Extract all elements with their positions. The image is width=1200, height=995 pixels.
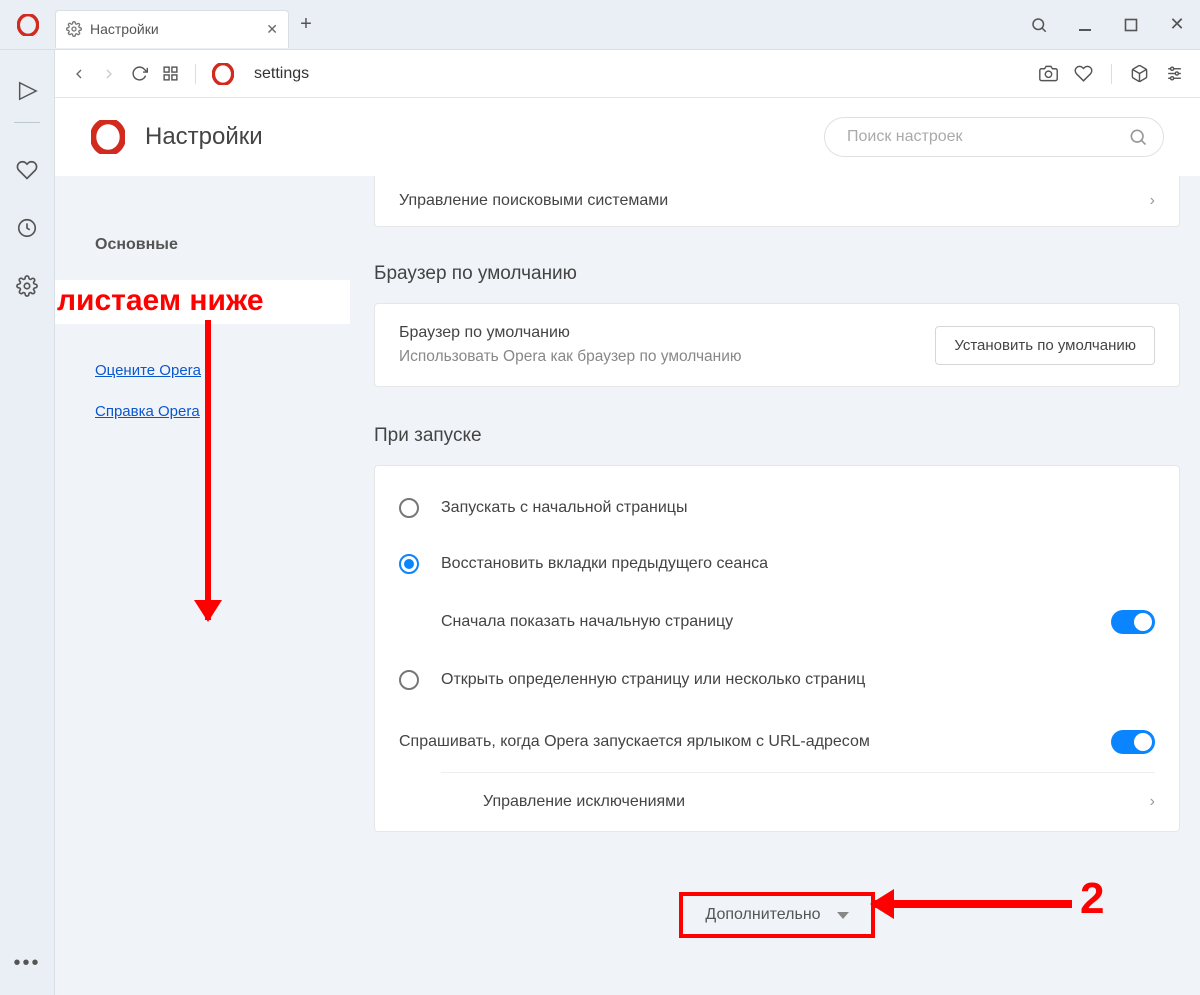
section-default-browser-title: Браузер по умолчанию — [374, 263, 1180, 285]
opera-help-link[interactable]: Справка Opera — [95, 403, 200, 420]
option-label: Спрашивать, когда Opera запускается ярлы… — [399, 733, 870, 751]
page-title: Настройки — [145, 123, 263, 151]
url-text[interactable]: settings — [254, 65, 309, 83]
startup-option-restore[interactable]: Восстановить вкладки предыдущего сеанса — [399, 536, 1155, 592]
settings-gear-icon[interactable] — [16, 275, 38, 297]
startup-option-specific-pages[interactable]: Открыть определенную страницу или нескол… — [399, 652, 1155, 708]
opera-logo-icon — [0, 14, 55, 36]
option-label: Восстановить вкладки предыдущего сеанса — [441, 555, 768, 573]
manage-search-engines-row[interactable]: Управление поисковыми системами › — [375, 176, 1179, 226]
option-label: Запускать с начальной страницы — [441, 499, 687, 517]
play-icon[interactable] — [15, 80, 39, 102]
radio-checked-icon — [399, 554, 419, 574]
chevron-down-icon — [837, 912, 849, 919]
heart-outline-icon[interactable] — [1074, 64, 1093, 84]
settings-header: Настройки — [55, 98, 1200, 176]
reload-button[interactable] — [131, 65, 148, 82]
gear-icon — [66, 21, 82, 37]
address-bar: settings — [55, 50, 1200, 98]
search-engines-card: Управление поисковыми системами › — [374, 176, 1180, 227]
row-label: Управление поисковыми системами — [399, 192, 668, 210]
annotation-scroll-down: листаем ниже — [55, 280, 350, 324]
default-browser-desc: Использовать Opera как браузер по умолча… — [399, 348, 742, 366]
sub-option-label: Сначала показать начальную страницу — [441, 613, 733, 631]
row-label: Управление исключениями — [483, 793, 685, 811]
opera-logo-icon — [212, 63, 234, 85]
history-icon[interactable] — [16, 217, 38, 239]
new-tab-button[interactable]: + — [289, 13, 323, 36]
annotation-arrow-left-icon — [872, 900, 1072, 908]
chevron-right-icon: › — [1150, 793, 1155, 811]
forward-button[interactable] — [101, 66, 117, 82]
advanced-label: Дополнительно — [705, 906, 820, 924]
section-startup-title: При запуске — [374, 425, 1180, 447]
annotation-step-2: 2 — [1080, 874, 1104, 924]
toggle-on[interactable] — [1111, 730, 1155, 754]
rail-divider — [14, 122, 40, 123]
annotation-arrow-down-icon — [205, 320, 211, 620]
easy-setup-icon[interactable] — [1165, 64, 1184, 84]
toggle-on[interactable] — [1111, 610, 1155, 634]
option-label: Открыть определенную страницу или нескол… — [441, 671, 865, 689]
sidebar-item-basics[interactable]: Основные — [95, 236, 350, 254]
browser-tab[interactable]: Настройки ✕ — [55, 10, 289, 48]
left-rail: ••• — [0, 50, 55, 995]
chevron-right-icon: › — [1150, 192, 1155, 210]
default-browser-card: Браузер по умолчанию Использовать Opera … — [374, 303, 1180, 387]
radio-unchecked-icon — [399, 498, 419, 518]
settings-sidebar: Основные листаем ниже Оцените Opera Спра… — [55, 176, 350, 995]
snapshot-icon[interactable] — [1039, 64, 1058, 84]
advanced-button[interactable]: Дополнительно — [679, 892, 874, 938]
settings-search-input[interactable] — [824, 117, 1164, 157]
cube-icon[interactable] — [1130, 64, 1149, 84]
search-icon — [1128, 127, 1148, 147]
minimize-button[interactable] — [1062, 0, 1108, 50]
maximize-button[interactable] — [1108, 0, 1154, 50]
startup-show-startpage-first: Сначала показать начальную страницу — [399, 592, 1155, 652]
separator — [1111, 64, 1112, 84]
startup-card: Запускать с начальной страницы Восстанов… — [374, 465, 1180, 832]
startup-option-startpage[interactable]: Запускать с начальной страницы — [399, 480, 1155, 536]
tab-title: Настройки — [90, 21, 159, 37]
titlebar: Настройки ✕ + ✕ — [0, 0, 1200, 50]
opera-logo-icon — [91, 120, 125, 154]
close-tab-button[interactable]: ✕ — [266, 21, 278, 38]
radio-unchecked-icon — [399, 670, 419, 690]
rate-opera-link[interactable]: Оцените Opera — [95, 362, 201, 379]
back-button[interactable] — [71, 66, 87, 82]
set-default-button[interactable]: Установить по умолчанию — [935, 326, 1155, 365]
heart-icon[interactable] — [16, 159, 38, 181]
default-browser-label: Браузер по умолчанию — [399, 324, 742, 342]
manage-exceptions-row[interactable]: Управление исключениями › — [399, 773, 1155, 831]
close-window-button[interactable]: ✕ — [1154, 0, 1200, 50]
ask-url-shortcut-row: Спрашивать, когда Opera запускается ярлы… — [399, 708, 1155, 772]
search-icon[interactable] — [1016, 0, 1062, 50]
settings-panel: Управление поисковыми системами › Браузе… — [350, 176, 1200, 995]
more-icon[interactable]: ••• — [13, 952, 40, 975]
separator — [195, 64, 196, 84]
speed-dial-icon[interactable] — [162, 65, 179, 82]
